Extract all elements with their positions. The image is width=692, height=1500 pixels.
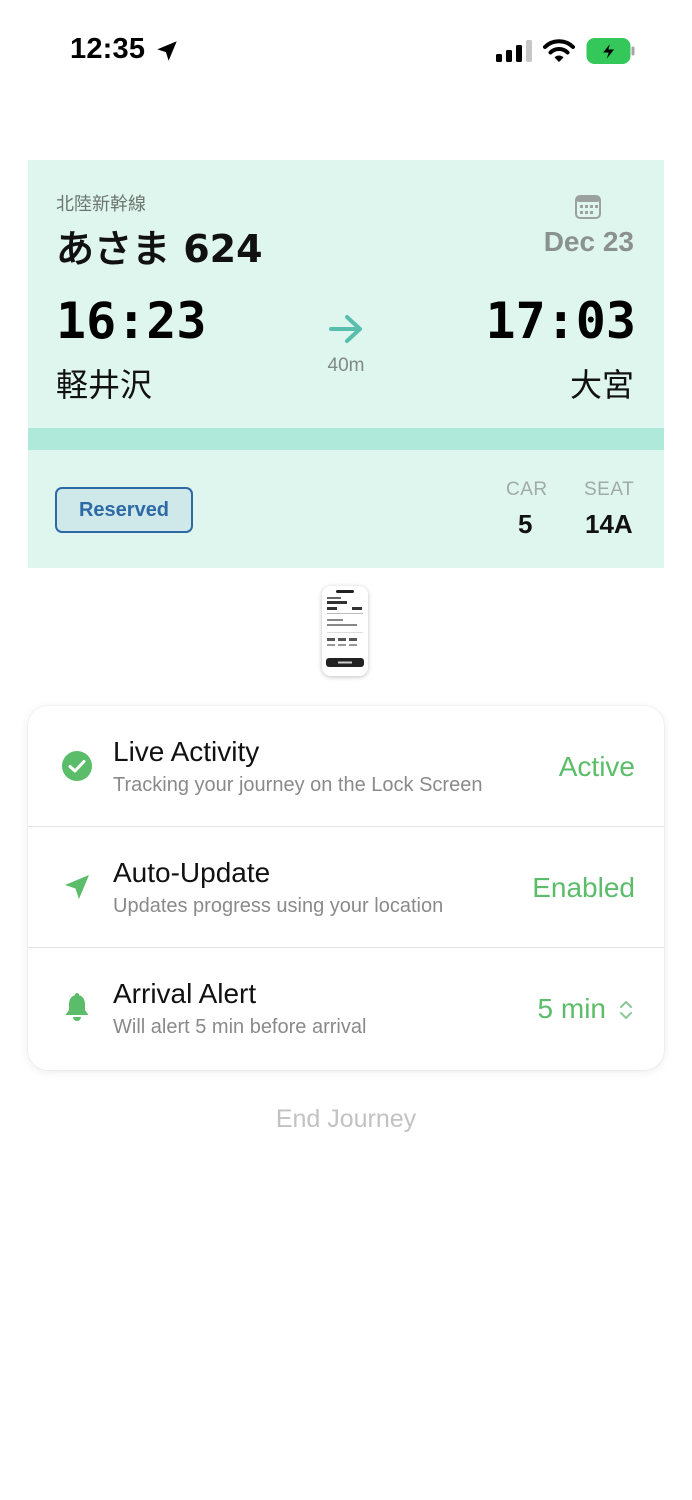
live-activity-subtitle: Tracking your journey on the Lock Screen: [113, 774, 483, 796]
car-value: 5: [518, 509, 533, 539]
auto-update-row[interactable]: Auto-Update Updates progress using your …: [28, 827, 664, 948]
arrival-alert-subtitle: Will alert 5 min before arrival: [113, 1016, 367, 1038]
location-arrow-icon: [65, 875, 89, 899]
arrival-alert-title: Arrival Alert: [113, 978, 257, 1009]
cellular-signal-icon: [496, 40, 532, 62]
arrival-time: 17:03: [485, 292, 636, 350]
auto-update-title: Auto-Update: [113, 857, 271, 888]
location-arrow-icon: [157, 41, 177, 61]
calendar-icon: [575, 195, 601, 219]
arrival-station: 大宮: [569, 366, 634, 404]
chevron-up-down-icon[interactable]: [618, 999, 634, 1021]
status-time: 12:35: [70, 33, 146, 65]
arrival-alert-value[interactable]: 5 min: [538, 993, 606, 1025]
journey-status-card: Live Activity Tracking your journey on t…: [28, 706, 664, 1070]
lock-screen-preview-thumbnail[interactable]: [322, 586, 368, 676]
wifi-icon: [543, 39, 575, 62]
trip-duration: 40m: [327, 355, 365, 376]
live-activity-row[interactable]: Live Activity Tracking your journey on t…: [28, 706, 664, 827]
live-activity-status: Active: [558, 751, 635, 782]
preview-image: [322, 586, 368, 676]
departure-time: 16:23: [56, 292, 207, 350]
train-name: あさま 624: [56, 227, 263, 271]
status-bar: 12:35: [0, 0, 692, 100]
live-activity-title: Live Activity: [113, 736, 260, 767]
departure-station: 軽井沢: [56, 366, 153, 404]
car-label: CAR: [506, 479, 548, 500]
arrow-right-icon: [329, 315, 362, 343]
bell-icon: [65, 993, 89, 1021]
auto-update-status: Enabled: [532, 872, 635, 903]
ticket-divider-stripe: [28, 428, 664, 450]
seat-label: SEAT: [584, 479, 635, 500]
battery-charging-icon: [586, 38, 635, 64]
end-journey-button[interactable]: End Journey: [0, 1105, 692, 1134]
train-line-name: 北陸新幹線: [56, 194, 146, 214]
arrival-alert-row[interactable]: Arrival Alert Will alert 5 min before ar…: [28, 948, 664, 1069]
seat-value: 14A: [585, 509, 633, 539]
reserved-badge: Reserved: [55, 487, 193, 533]
travel-date: Dec 23: [543, 226, 634, 257]
checkmark-circle-icon: [62, 751, 92, 781]
auto-update-subtitle: Updates progress using your location: [113, 895, 444, 917]
